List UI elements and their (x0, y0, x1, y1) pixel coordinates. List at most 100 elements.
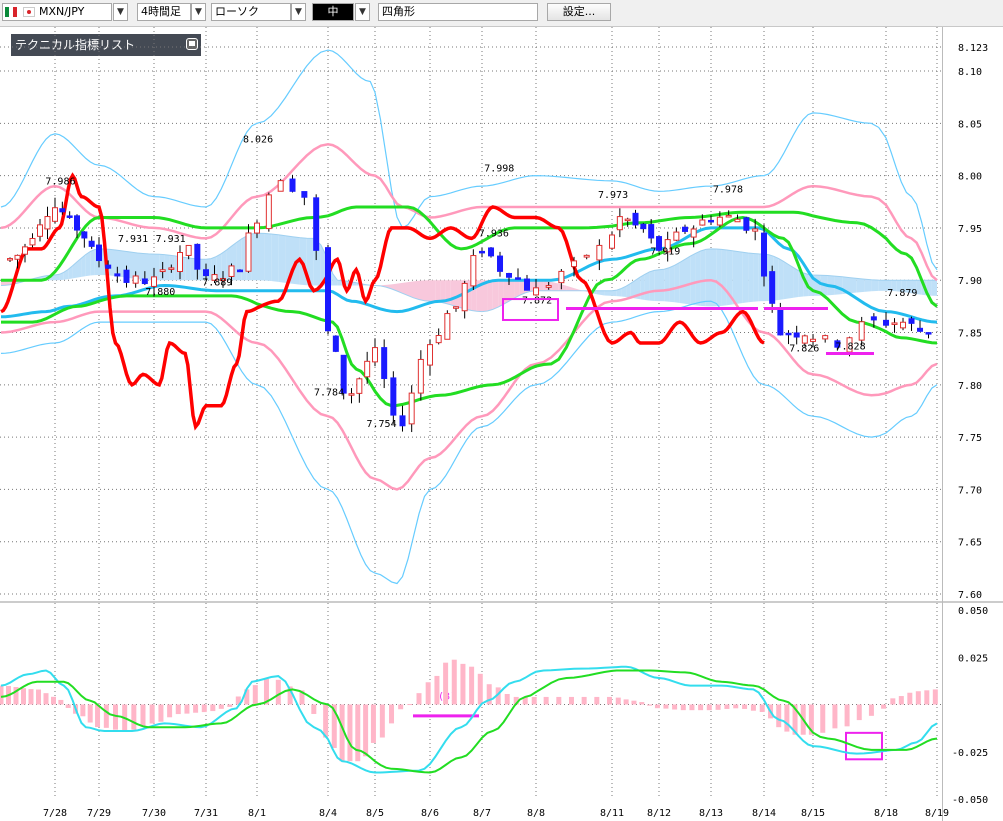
indicator-lines (0, 49, 938, 585)
cloud-segment (413, 280, 419, 300)
y-tick-label: 7.75 (958, 433, 982, 444)
cloud-segment (132, 252, 138, 280)
macd-histogram-bar (58, 699, 64, 705)
macd-histogram-bar (663, 704, 669, 709)
cloud-segment (748, 252, 754, 303)
macd-y-tick-label: 0.050 (958, 606, 988, 617)
macd-histogram-bar (504, 694, 510, 705)
y-tick-label: 7.95 (958, 224, 982, 235)
bearish-candle (648, 224, 655, 239)
macd-histogram-bar (724, 704, 730, 709)
cloud-segment (419, 280, 425, 301)
annotation-rectangle (845, 731, 883, 761)
macd-histogram-bar (379, 704, 385, 738)
bearish-candle (123, 269, 130, 283)
bearish-candle (399, 415, 406, 427)
symbol-select[interactable]: MXN/JPY (2, 3, 112, 21)
symbol-dropdown-icon[interactable]: ▼ (113, 3, 128, 21)
bullish-candle (277, 180, 284, 192)
timeframe-dropdown-icon[interactable]: ▼ (191, 3, 206, 21)
bullish-candle (822, 335, 829, 340)
bullish-candle (364, 360, 371, 378)
macd-histogram-bar (477, 673, 483, 705)
price-chart[interactable]: 7.986 7.931 7.931 7.880 7.889 8.026 7.784 7.754… (0, 27, 1003, 821)
bearish-candle (908, 318, 915, 324)
macd-histogram-bar (311, 704, 317, 714)
bullish-candle (159, 269, 166, 273)
price-label: 7.828 (836, 342, 866, 353)
macd-histogram-bar (672, 704, 678, 710)
cloud-segment (679, 259, 685, 304)
cloud-segment (115, 249, 121, 277)
bearish-candle (332, 335, 339, 352)
macd-histogram-bar (95, 704, 101, 728)
line-width-select[interactable]: 中 (312, 3, 354, 21)
macd-histogram-bar (784, 704, 790, 732)
macd-histogram-bar (594, 696, 600, 705)
cloud-segment (721, 249, 727, 306)
cloud-segment (492, 280, 499, 310)
x-tick-label: 8/11 (600, 808, 624, 819)
cloud-segment (793, 267, 799, 298)
line-width-dropdown-icon[interactable]: ▼ (355, 3, 370, 21)
macd-histogram-bar (615, 697, 621, 705)
macd-histogram-bar (103, 704, 109, 728)
price-label: 7.998 (484, 164, 514, 175)
macd-histogram-bar (776, 704, 782, 728)
price-label: 7.889 (202, 278, 232, 289)
cloud-segment (649, 270, 655, 302)
macd-histogram-bar (698, 704, 704, 711)
bullish-candle (624, 218, 631, 222)
bearish-candle (883, 319, 890, 326)
macd-histogram-bar (733, 704, 739, 709)
macd-histogram-bar (87, 704, 93, 723)
macd-histogram-bar (43, 693, 49, 705)
x-tick-label: 8/1 (248, 808, 266, 819)
cloud-segment (450, 280, 456, 307)
x-tick-label: 8/15 (801, 808, 825, 819)
price-label: 8.026 (243, 134, 273, 145)
bullish-candle (37, 224, 44, 237)
bearish-candle (114, 273, 121, 277)
cloud-segment (871, 279, 879, 292)
bullish-candle (616, 216, 623, 231)
x-tick-label: 8/14 (752, 808, 776, 819)
chart-type-dropdown-icon[interactable]: ▼ (291, 3, 306, 21)
x-tick-label: 8/4 (319, 808, 337, 819)
bearish-candle (237, 269, 244, 273)
bearish-candle (96, 244, 103, 262)
macd-histogram-bar (750, 704, 756, 711)
macd-histogram-bar (868, 704, 874, 716)
bearish-candle (632, 212, 639, 226)
settings-button[interactable]: 設定... (547, 3, 611, 21)
timeframe-select[interactable]: 4時間足 (137, 3, 191, 21)
bullish-candle (29, 237, 36, 246)
drawn-annotations[interactable]: (8) (413, 298, 883, 761)
bearish-candle (870, 316, 877, 321)
cloud-segment (551, 281, 559, 291)
bullish-candle (132, 275, 139, 284)
bearish-candle (88, 240, 95, 247)
macd-histogram-bar (131, 704, 137, 730)
symbol-label: MXN/JPY (39, 5, 85, 18)
bullish-candle (583, 254, 590, 258)
price-label: 7.931 (156, 234, 186, 245)
cloud-segment (753, 253, 759, 302)
bullish-candle (461, 282, 468, 312)
chart-type-select[interactable]: ローソク (211, 3, 291, 21)
cloud-segment (640, 274, 645, 301)
timeframe-label: 4時間足 (141, 5, 181, 18)
bullish-candle (673, 231, 680, 241)
macd-histogram-bar (680, 704, 686, 711)
drawing-tool-field[interactable]: 四角形 (378, 3, 538, 21)
cloud-segment (856, 278, 865, 293)
x-tick-label: 8/12 (647, 808, 671, 819)
bearish-candle (479, 250, 486, 254)
cloud-segment (931, 280, 937, 296)
bearish-candle (81, 231, 88, 239)
drawing-tool-label: 四角形 (382, 5, 415, 18)
cloud-segment (864, 279, 872, 292)
bullish-candle (44, 216, 51, 230)
cloud-segment (732, 250, 738, 305)
bullish-candle (716, 216, 723, 226)
